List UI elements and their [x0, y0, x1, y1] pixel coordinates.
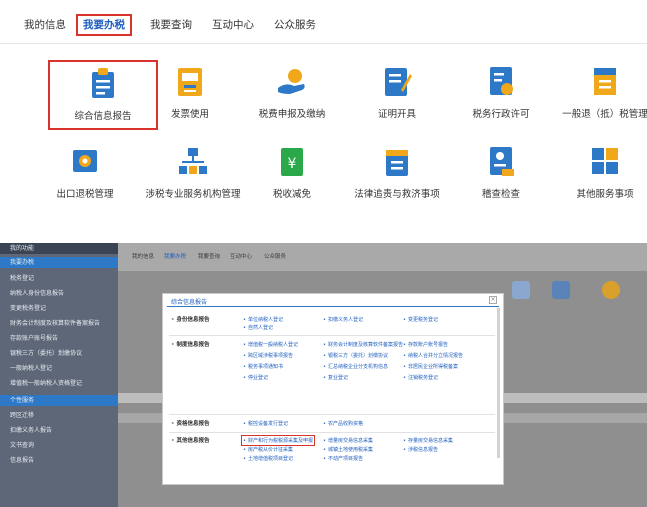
tab-public-service[interactable]: 公众服务 [270, 14, 320, 36]
link-item[interactable]: 变更税务登记 [403, 316, 438, 323]
link-item[interactable]: 增值税一般纳税人登记 [243, 341, 298, 348]
link-item[interactable]: 存量房交易信息采集 [403, 437, 453, 444]
invoice-icon [178, 68, 202, 96]
link-item[interactable]: 银税三方（委托）划缴协议 [323, 352, 388, 359]
svg-text:¥: ¥ [288, 156, 297, 172]
service-tax-declaration-payment[interactable]: 税费申报及缴纳 [237, 60, 347, 130]
embedded-screenshot: 我的功能 我要办税 税务登记 纳税人身份信息报告 变更税务登记 财务会计制度及核… [0, 243, 647, 507]
screenshot-top-nav: 我的信息 我要办税 我要查询 互动中心 公众服务 [118, 243, 647, 271]
sidebar-item[interactable]: 跨区迁移 [0, 410, 118, 421]
link-item[interactable]: 跨区域涉税事项报告 [243, 352, 293, 359]
service-general-refund[interactable]: 一般退（抵）税管理 [550, 60, 647, 130]
sidebar-item[interactable]: 变更税务登记 [0, 303, 118, 314]
tab-my-info[interactable]: 我的信息 [132, 252, 154, 260]
section-system-report: 制度信息报告 [171, 340, 210, 348]
sidebar-item[interactable]: 一般纳税人登记 [0, 363, 118, 374]
section-qualification-report: 资格信息报告 [171, 419, 210, 427]
divider [169, 414, 495, 415]
tab-tax-handling[interactable]: 我要办税 [76, 14, 132, 36]
link-item[interactable]: 土地增值税项目登记 [243, 455, 293, 462]
link-item[interactable]: 不动产项目报告 [323, 455, 363, 462]
link-item[interactable]: 非居民企业所得税备案 [403, 363, 458, 370]
link-item[interactable]: 涉税信息报告 [403, 446, 438, 453]
sidebar-item[interactable]: 增值税一般纳税人资格登记 [0, 378, 118, 389]
link-item[interactable]: 城镇土地使用税采集 [323, 446, 373, 453]
link-item[interactable]: 财务会计制度及核算软件备案报告 [323, 341, 403, 348]
sidebar-item[interactable]: 银税三方（委托）划缴协议 [0, 348, 118, 359]
sidebar-item[interactable]: 我要办税 [0, 257, 118, 268]
divider [169, 432, 495, 433]
service-label: 一般退（抵）税管理 [562, 109, 647, 120]
export-refund-icon [73, 150, 97, 172]
sidebar-item[interactable]: 存款账户账号报告 [0, 333, 118, 344]
link-item[interactable]: 税控设备发行登记 [243, 420, 288, 427]
tax-relief-icon: ¥ [281, 148, 303, 176]
sidebar-item[interactable]: 个性服务 [0, 395, 118, 406]
service-tax-relief[interactable]: ¥ 税收减免 [237, 140, 347, 210]
page: 我的信息 我要办税 我要查询 互动中心 公众服务 综合信息报告 发票使用 税费申… [0, 0, 647, 507]
modal-title: 综合信息报告 [171, 299, 208, 306]
tax-payment-icon [278, 69, 305, 94]
link-item[interactable]: 停业登记 [243, 374, 268, 381]
link-item[interactable]: 存款账户账号报告 [403, 341, 448, 348]
certificate-icon [385, 68, 412, 96]
sidebar-item[interactable]: 税务登记 [0, 273, 118, 284]
tab-my-info[interactable]: 我的信息 [20, 14, 70, 36]
section-other-report: 其他信息报告 [171, 436, 210, 444]
modal-title-divider [167, 306, 499, 307]
link-item[interactable]: 扣缴义务人登记 [323, 316, 363, 323]
circle-icon[interactable] [602, 281, 620, 299]
document-icon[interactable] [512, 281, 530, 299]
link-item[interactable]: 汇总纳税企业分支机构信息 [323, 363, 388, 370]
tab-interaction-center[interactable]: 互动中心 [230, 252, 252, 260]
sidebar-item[interactable]: 信息报告 [0, 455, 118, 466]
modal-scrollbar[interactable] [497, 308, 500, 458]
link-item[interactable]: 复业登记 [323, 374, 348, 381]
section-identity-report: 身份信息报告 [171, 315, 210, 323]
sidebar-item[interactable]: 我的功能 [0, 243, 118, 254]
service-label: 其他服务事项 [576, 189, 634, 200]
tab-tax-handling[interactable]: 我要办税 [164, 252, 186, 260]
license-icon [490, 67, 513, 95]
refund-icon [594, 68, 616, 95]
sidebar-item[interactable]: 纳税人身份信息报告 [0, 288, 118, 299]
link-property-behavior-tax[interactable]: 财产和行为税税源采集及申报 [241, 435, 315, 446]
divider [169, 335, 495, 336]
service-export-refund[interactable]: 出口退税管理 [30, 140, 140, 210]
sidebar-item[interactable]: 扣缴义务人报告 [0, 425, 118, 436]
sidebar: 我的功能 我要办税 税务登记 纳税人身份信息报告 变更税务登记 财务会计制度及核… [0, 243, 118, 507]
report-icon [92, 68, 114, 98]
close-icon[interactable]: × [489, 296, 497, 304]
org-chart-icon [179, 148, 207, 174]
sidebar-item[interactable]: 文书查询 [0, 440, 118, 451]
legal-icon [386, 150, 408, 176]
grid-icon [592, 148, 618, 174]
link-item[interactable]: 单位纳税人登记 [243, 316, 283, 323]
link-item[interactable]: 农产品收购资格 [323, 420, 363, 427]
tab-query[interactable]: 我要查询 [198, 252, 220, 260]
link-item[interactable]: 自然人登记 [243, 324, 273, 331]
tab-query[interactable]: 我要查询 [146, 14, 196, 36]
link-item[interactable]: 纳税人合并分立情况报告 [403, 352, 463, 359]
link-item[interactable]: 房产税从价计征采集 [243, 446, 293, 453]
tab-public-service[interactable]: 公众服务 [264, 252, 286, 260]
inspection-icon [490, 147, 514, 176]
link-item[interactable]: 增量房交易信息采集 [323, 437, 373, 444]
link-item[interactable]: 注销税务登记 [403, 374, 438, 381]
sidebar-item[interactable]: 财务会计制度及核算软件备案报告 [0, 318, 118, 329]
link-item[interactable]: 税务事项通知书 [243, 363, 283, 370]
comprehensive-report-modal: 综合信息报告 × 身份信息报告 单位纳税人登记 自然人登记 扣缴义务人登记 变更… [162, 293, 504, 485]
top-navigation: 我的信息 我要办税 我要查询 互动中心 公众服务 [0, 0, 647, 44]
tab-interaction-center[interactable]: 互动中心 [208, 14, 258, 36]
service-other[interactable]: 其他服务事项 [550, 140, 647, 210]
monitor-icon[interactable] [552, 281, 570, 299]
